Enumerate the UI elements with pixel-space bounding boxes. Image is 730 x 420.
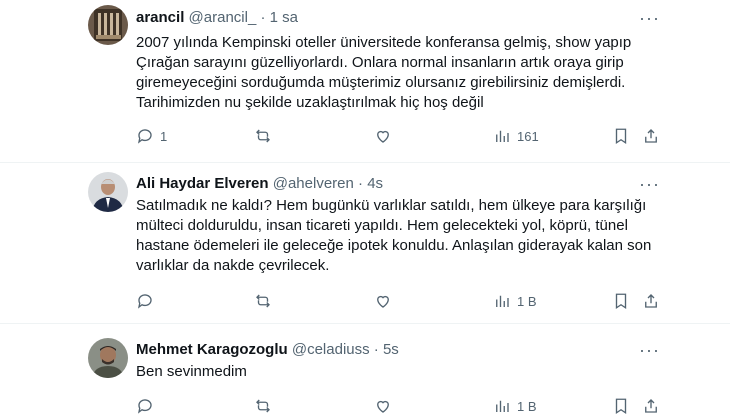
tweet-text: Satılmadık ne kaldı? Hem bugünkü varlıkl… (136, 197, 652, 274)
reply-button[interactable] (136, 395, 160, 417)
bookmark-icon (615, 398, 627, 415)
display-name[interactable]: arancil (136, 9, 184, 26)
repost-icon (256, 294, 270, 308)
share-button[interactable] (642, 395, 660, 417)
views-button[interactable]: 161 (493, 125, 539, 147)
repost-button[interactable] (254, 125, 278, 147)
avatar[interactable] (88, 338, 128, 378)
like-button[interactable] (374, 125, 398, 147)
bookmark-icon (615, 293, 627, 310)
reply-button[interactable]: 1 (136, 125, 167, 147)
share-icon (645, 294, 657, 308)
bookmark-icon (615, 128, 627, 145)
tweet-text: Ben sevinmedim (136, 363, 247, 380)
tweet[interactable]: arancil @arancil_ · 1 sa ··· 2007 yılınd… (0, 0, 730, 162)
views-icon (496, 400, 509, 412)
views-icon (496, 130, 509, 142)
like-button[interactable] (374, 290, 398, 312)
separator: · (373, 341, 379, 358)
views-button[interactable]: 1 B (493, 395, 537, 417)
more-icon[interactable]: ··· (639, 9, 660, 27)
views-count: 1 B (517, 293, 537, 309)
separator: · (260, 9, 266, 26)
bookmark-button[interactable] (612, 395, 630, 417)
tweet-actions: 1 B (136, 290, 668, 312)
views-button[interactable]: 1 B (493, 290, 537, 312)
tweet-header: Mehmet Karagozoglu @celadiuss · 5s (136, 340, 399, 360)
timestamp[interactable]: 1 sa (270, 9, 298, 26)
more-icon[interactable]: ··· (639, 175, 660, 193)
display-name[interactable]: Ali Haydar Elveren (136, 175, 269, 192)
avatar[interactable] (88, 172, 128, 212)
user-handle[interactable]: @arancil_ (189, 9, 257, 26)
views-icon (496, 295, 509, 307)
tweet-header: arancil @arancil_ · 1 sa (136, 8, 298, 28)
like-button[interactable] (374, 395, 398, 417)
user-handle[interactable]: @ahelveren (273, 175, 354, 192)
tweet-actions: 1 B (136, 395, 668, 417)
reply-count: 1 (160, 128, 168, 144)
views-count: 1 B (517, 398, 537, 414)
timestamp[interactable]: 4s (367, 175, 383, 192)
bookmark-button[interactable] (612, 125, 630, 147)
like-icon (377, 295, 389, 308)
share-icon (645, 129, 657, 143)
tweet-text: 2007 yılında Kempinski oteller üniversit… (136, 34, 632, 111)
more-icon[interactable]: ··· (639, 341, 660, 359)
repost-button[interactable] (254, 290, 278, 312)
views-count: 161 (517, 128, 539, 144)
bookmark-button[interactable] (612, 290, 630, 312)
reply-button[interactable] (136, 290, 160, 312)
reply-icon (137, 129, 152, 144)
repost-icon (256, 129, 270, 143)
display-name[interactable]: Mehmet Karagozoglu (136, 341, 288, 358)
share-icon (645, 399, 657, 413)
like-icon (377, 400, 389, 413)
repost-icon (256, 399, 270, 413)
avatar[interactable] (88, 5, 128, 45)
tweet-actions: 1 161 (136, 125, 668, 147)
tweet[interactable]: Mehmet Karagozoglu @celadiuss · 5s ··· B… (0, 324, 730, 420)
share-button[interactable] (642, 125, 660, 147)
separator: · (358, 175, 364, 192)
tweet[interactable]: Ali Haydar Elveren @ahelveren · 4s ··· S… (0, 163, 730, 323)
like-icon (377, 130, 389, 143)
reply-icon (137, 294, 152, 309)
share-button[interactable] (642, 290, 660, 312)
user-handle[interactable]: @celadiuss (292, 341, 370, 358)
reply-icon (137, 399, 152, 414)
tweet-header: Ali Haydar Elveren @ahelveren · 4s (136, 174, 383, 194)
repost-button[interactable] (254, 395, 278, 417)
timestamp[interactable]: 5s (383, 341, 399, 358)
